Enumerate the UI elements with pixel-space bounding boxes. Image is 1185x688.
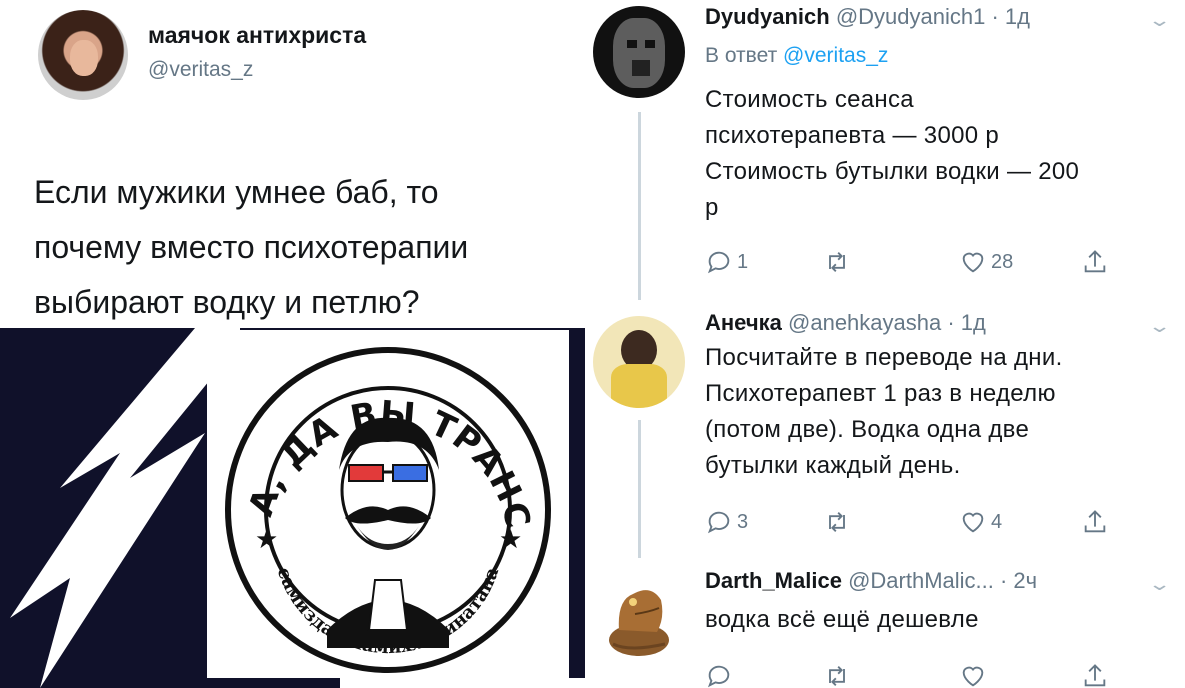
share-button[interactable]	[1081, 248, 1109, 276]
tweet-header: Dyudyanich @Dyudyanich1 · 1д	[705, 4, 1030, 30]
svg-text:★: ★	[255, 524, 278, 554]
reply-label: В ответ	[705, 44, 778, 67]
retweet-button[interactable]	[823, 248, 855, 276]
thread-line	[638, 420, 641, 558]
reply-count: 3	[737, 510, 749, 533]
display-name[interactable]: маячок антихриста	[148, 22, 366, 49]
thread-line	[638, 112, 641, 300]
action-bar: 3 4	[705, 508, 1125, 538]
tweet-text-line: бутылки каждый день.	[705, 452, 961, 479]
tweet-text: Если мужики умнее баб, то почему вместо …	[34, 165, 574, 330]
portrait	[327, 417, 449, 648]
stamp-image: БАТЕНЬКА, ДА ВЫ ТРАНСФОРМЕР самиздат-мам…	[207, 330, 569, 678]
retweet-icon	[829, 666, 845, 686]
avatar[interactable]	[38, 10, 128, 100]
tweet-meta: @Dyudyanich1 · 1д	[835, 4, 1030, 29]
tweet-header: Анечка @anehkayasha · 1д	[705, 310, 986, 336]
chevron-down-icon[interactable]: ⌄	[1147, 574, 1171, 595]
action-bar	[705, 662, 1125, 688]
reply-handle-link[interactable]: @veritas_z	[783, 44, 888, 67]
tweet-text-line: Если мужики умнее баб, то	[34, 174, 439, 210]
tweet-text-line: Посчитайте в переводе на дни.	[705, 344, 1063, 371]
tweet-text: водка всё ещё дешевле	[705, 602, 1165, 638]
like-icon	[962, 512, 984, 533]
share-button[interactable]	[1081, 662, 1109, 688]
tweet-text-line: Стоимость бутылки водки — 200	[705, 158, 1080, 185]
like-button[interactable]: 28	[959, 248, 1013, 276]
tweet-text-line: психотерапевта — 3000 р	[705, 122, 999, 149]
retweet-icon	[829, 252, 845, 272]
toad-avatar-icon	[609, 590, 669, 656]
chevron-down-icon[interactable]: ⌄	[1147, 316, 1171, 337]
original-tweet: маячок антихриста @veritas_z Если мужики…	[0, 0, 585, 688]
user-handle[interactable]: @veritas_z	[148, 58, 253, 82]
tweet-meta: @anehkayasha · 1д	[788, 310, 986, 335]
retweet-button[interactable]	[823, 662, 851, 688]
reply-button[interactable]	[705, 662, 733, 688]
share-icon	[1084, 250, 1106, 273]
reply-icon	[707, 251, 730, 274]
avatar[interactable]	[593, 316, 685, 408]
stamp-seal: БАТЕНЬКА, ДА ВЫ ТРАНСФОРМЕР самиздат-мам…	[207, 330, 551, 673]
tweet-text-line: почему вместо психотерапии	[34, 229, 469, 265]
tweet-text: Посчитайте в переводе на дни. Психотерап…	[705, 340, 1165, 484]
chevron-down-icon[interactable]: ⌄	[1147, 10, 1171, 31]
reply-icon	[707, 665, 730, 688]
reply-count: 1	[737, 250, 749, 273]
share-icon	[1084, 510, 1106, 533]
like-button[interactable]	[959, 662, 987, 688]
retweet-button[interactable]	[823, 508, 855, 536]
like-count: 4	[991, 510, 1003, 533]
tweet-header: Darth_Malice @DarthMalic... · 2ч	[705, 568, 1037, 594]
tweet-text-line: р	[705, 194, 719, 221]
like-icon	[962, 666, 984, 687]
reply-button[interactable]: 3	[705, 508, 748, 536]
avatar[interactable]	[593, 6, 685, 98]
tweet-text-line: водка всё ещё дешевле	[705, 606, 979, 633]
image-edge	[340, 678, 585, 688]
tweet-text-line: Стоимость сеанса	[705, 86, 914, 113]
action-bar: 1 28	[705, 248, 1125, 278]
tweet-text-line: выбирают водку и петлю?	[34, 284, 420, 320]
retweet-icon	[829, 512, 845, 532]
share-icon	[1084, 664, 1106, 687]
tweet-text: Стоимость сеанса психотерапевта — 3000 р…	[705, 82, 1165, 226]
tweet-meta: @DarthMalic... · 2ч	[848, 568, 1038, 593]
tweet-text-line: Психотерапевт 1 раз в неделю	[705, 380, 1056, 407]
avatar[interactable]	[599, 570, 679, 660]
replies-panel: Dyudyanich @Dyudyanich1 · 1д ⌄ В ответ @…	[585, 0, 1185, 688]
like-icon	[962, 252, 984, 273]
share-button[interactable]	[1081, 508, 1109, 536]
reply-icon	[707, 511, 730, 534]
svg-text:★: ★	[499, 524, 522, 554]
display-name[interactable]: Анечка	[705, 310, 782, 335]
tweet-text-line: (потом две). Водка одна две	[705, 416, 1030, 443]
display-name[interactable]: Dyudyanich	[705, 4, 830, 29]
lightning-bolt-icon	[10, 328, 240, 688]
like-count: 28	[991, 250, 1014, 273]
reply-context: В ответ @veritas_z	[705, 44, 888, 68]
like-button[interactable]: 4	[959, 508, 1002, 536]
display-name[interactable]: Darth_Malice	[705, 568, 842, 593]
reply-button[interactable]: 1	[705, 248, 748, 276]
